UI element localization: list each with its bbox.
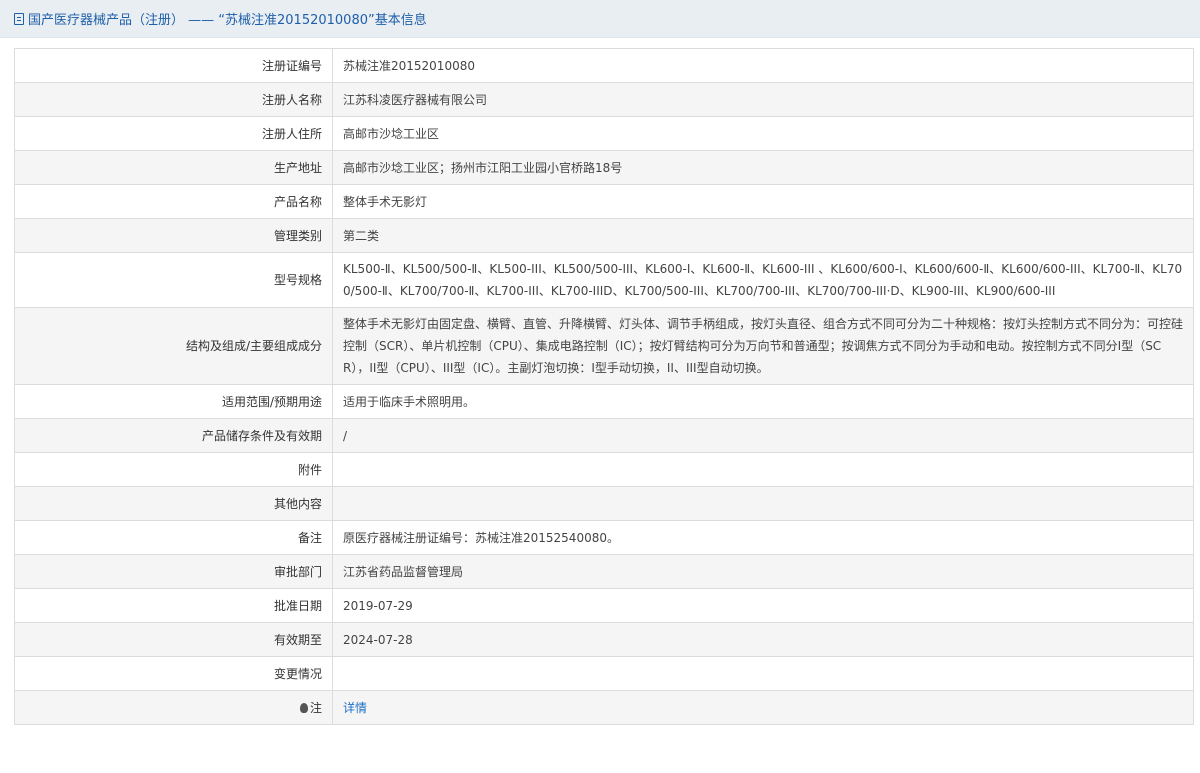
- row-value: 江苏科凌医疗器械有限公司: [332, 82, 1194, 117]
- row-value: 原医疗器械注册证编号：苏械注准20152540080。: [332, 520, 1194, 555]
- row-label: 注册证编号: [14, 48, 333, 83]
- row-label: 批准日期: [14, 588, 333, 623]
- note-label-text: 注: [309, 700, 322, 715]
- table-row: 适用范围/预期用途 适用于临床手术照明用。: [14, 384, 1194, 419]
- row-label: 管理类别: [14, 218, 333, 253]
- note-value: 详情: [332, 690, 1194, 725]
- row-label: 附件: [14, 452, 333, 487]
- details-link[interactable]: 详情: [343, 701, 367, 715]
- table-row: 结构及组成/主要组成成分 整体手术无影灯由固定盘、横臂、直管、升降横臂、灯头体、…: [14, 307, 1194, 385]
- table-row: 注册人住所 高邮市沙埝工业区: [14, 116, 1194, 151]
- page-title: 国产医疗器械产品（注册） —— “苏械注准20152010080”基本信息: [0, 0, 1200, 38]
- row-label: 其他内容: [14, 486, 333, 521]
- row-label: 审批部门: [14, 554, 333, 589]
- row-value: [332, 656, 1194, 691]
- row-value: 2019-07-29: [332, 588, 1194, 623]
- table-row: 批准日期 2019-07-29: [14, 588, 1194, 623]
- row-value: 整体手术无影灯由固定盘、横臂、直管、升降横臂、灯头体、调节手柄组成，按灯头直径、…: [332, 307, 1194, 385]
- info-table-wrapper: 注册证编号 苏械注准20152010080 注册人名称 江苏科凌医疗器械有限公司…: [0, 38, 1200, 725]
- row-label: 适用范围/预期用途: [14, 384, 333, 419]
- table-row: 备注 原医疗器械注册证编号：苏械注准20152540080。: [14, 520, 1194, 555]
- row-value: 苏械注准20152010080: [332, 48, 1194, 83]
- table-row: 型号规格 KL500-Ⅱ、KL500/500-Ⅱ、KL500-III、KL500…: [14, 252, 1194, 308]
- table-row: 有效期至 2024-07-28: [14, 622, 1194, 657]
- row-value: [332, 486, 1194, 521]
- table-row: 其他内容: [14, 486, 1194, 521]
- row-value: 江苏省药品监督管理局: [332, 554, 1194, 589]
- row-value: KL500-Ⅱ、KL500/500-Ⅱ、KL500-III、KL500/500-…: [332, 252, 1194, 308]
- row-label: 型号规格: [14, 252, 333, 308]
- row-value: 高邮市沙埝工业区: [332, 116, 1194, 151]
- page-title-text: 国产医疗器械产品（注册） —— “苏械注准20152010080”基本信息: [28, 13, 427, 28]
- row-label: 备注: [14, 520, 333, 555]
- row-label: 有效期至: [14, 622, 333, 657]
- table-row: 管理类别 第二类: [14, 218, 1194, 253]
- row-label: 产品储存条件及有效期: [14, 418, 333, 453]
- row-label: 注册人名称: [14, 82, 333, 117]
- row-label: 结构及组成/主要组成成分: [14, 307, 333, 385]
- table-row: 审批部门 江苏省药品监督管理局: [14, 554, 1194, 589]
- document-icon: [14, 12, 24, 25]
- bulb-icon: [299, 702, 308, 713]
- table-row: 注册证编号 苏械注准20152010080: [14, 48, 1194, 83]
- row-value: /: [332, 418, 1194, 453]
- row-label: 生产地址: [14, 150, 333, 185]
- table-row: 生产地址 高邮市沙埝工业区；扬州市江阳工业园小官桥路18号: [14, 150, 1194, 185]
- table-row: 产品储存条件及有效期 /: [14, 418, 1194, 453]
- table-row: 产品名称 整体手术无影灯: [14, 184, 1194, 219]
- row-value: 2024-07-28: [332, 622, 1194, 657]
- info-table: 注册证编号 苏械注准20152010080 注册人名称 江苏科凌医疗器械有限公司…: [14, 48, 1194, 725]
- row-value: 适用于临床手术照明用。: [332, 384, 1194, 419]
- row-label: 注册人住所: [14, 116, 333, 151]
- row-label: 产品名称: [14, 184, 333, 219]
- note-row: 注 详情: [14, 690, 1194, 725]
- row-value: 高邮市沙埝工业区；扬州市江阳工业园小官桥路18号: [332, 150, 1194, 185]
- table-row: 注册人名称 江苏科凌医疗器械有限公司: [14, 82, 1194, 117]
- row-value: 整体手术无影灯: [332, 184, 1194, 219]
- note-label: 注: [14, 690, 333, 725]
- table-row: 变更情况: [14, 656, 1194, 691]
- row-value: 第二类: [332, 218, 1194, 253]
- row-value: [332, 452, 1194, 487]
- table-row: 附件: [14, 452, 1194, 487]
- row-label: 变更情况: [14, 656, 333, 691]
